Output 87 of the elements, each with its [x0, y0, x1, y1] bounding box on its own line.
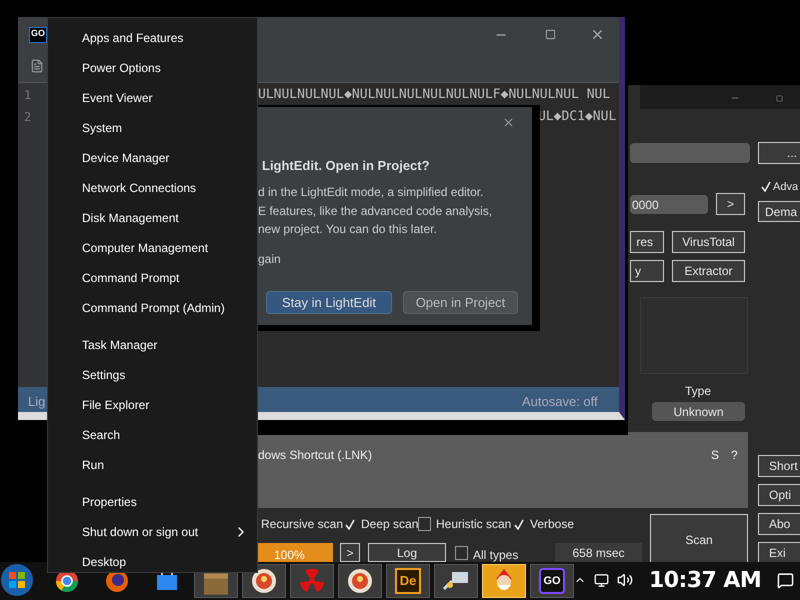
side-button[interactable]: Exi — [758, 542, 800, 564]
help-label: ? — [731, 447, 738, 464]
line-number: 1 — [24, 87, 32, 104]
side-button[interactable]: Abo — [758, 513, 800, 535]
app-icon — [347, 568, 373, 594]
type-value: Unknown — [652, 402, 745, 421]
radiation-icon — [299, 568, 325, 594]
progress-label: 100% — [274, 547, 305, 564]
app-logo: GO — [29, 27, 47, 43]
offset-field[interactable]: 0000 — [630, 195, 708, 214]
menu-item[interactable]: Command Prompt (Admin) — [48, 293, 257, 323]
checkbox-label: Adva — [773, 180, 798, 194]
side-button[interactable]: Opti — [758, 484, 800, 506]
signature-label: S — [711, 447, 720, 464]
dialog-title: LightEdit. Open in Project? — [262, 157, 430, 175]
menu-item[interactable]: Run — [48, 450, 257, 480]
start-icon[interactable] — [0, 563, 34, 597]
side-button[interactable]: Short — [758, 455, 800, 477]
app-icon — [251, 568, 277, 594]
maximize-icon[interactable] — [776, 95, 783, 102]
close-icon[interactable] — [502, 116, 515, 129]
volume-icon[interactable] — [617, 572, 633, 588]
menu-item[interactable]: Settings — [48, 360, 257, 390]
option-label: Recursive scan — [261, 517, 344, 532]
box-icon — [204, 573, 228, 595]
file-icon — [30, 58, 44, 74]
menu-item[interactable]: Event Viewer — [48, 83, 257, 113]
taskbar-app[interactable] — [338, 564, 382, 598]
menu-item[interactable]: Shut down or sign out — [48, 517, 257, 547]
next-button[interactable]: > — [340, 543, 360, 562]
code-line: UL◆DC1◆NUL — [538, 108, 616, 126]
app-icon: De — [395, 568, 421, 594]
checkbox-label: gain — [258, 251, 281, 268]
clock[interactable]: 10:37 AM — [649, 564, 762, 596]
taskbar-app[interactable]: GO — [530, 564, 574, 598]
dialog-text: d in the LightEdit mode, a simplified editor. — [258, 184, 484, 201]
menu-item[interactable]: Network Connections — [48, 173, 257, 203]
autosave-status: Autosave: off — [522, 393, 598, 411]
go-button[interactable]: > — [716, 193, 745, 215]
projector-icon — [443, 571, 469, 591]
demangle-button[interactable]: Dema — [758, 201, 800, 222]
line-number: 2 — [24, 109, 32, 126]
menu-item[interactable]: File Explorer — [48, 390, 257, 420]
network-icon[interactable] — [594, 572, 609, 588]
menu-item[interactable]: Properties — [48, 487, 257, 517]
tool-button[interactable]: y — [630, 260, 664, 282]
maximize-icon[interactable] — [545, 29, 556, 40]
option-label: Heuristic scan — [436, 517, 512, 532]
option-label: Verbose — [530, 517, 574, 532]
menu-item[interactable]: Desktop — [48, 547, 257, 577]
checkbox[interactable] — [455, 546, 468, 560]
browse-button[interactable]: ... — [758, 142, 800, 164]
option-label: Deep scan — [361, 517, 418, 532]
status-text: Lig — [28, 393, 46, 411]
menu-item[interactable]: Search — [48, 420, 257, 450]
option-label: All types — [473, 547, 518, 564]
menu-item[interactable]: Apps and Features — [48, 23, 257, 53]
menu-item[interactable]: Computer Management — [48, 233, 257, 263]
taskbar-app[interactable] — [434, 564, 478, 598]
notification-icon[interactable] — [777, 572, 794, 588]
code-line: ULNULNULNUL◆NULNULNULNULNULNULF◆NULNULNUL NUL — [258, 86, 610, 104]
taskbar-app[interactable] — [242, 564, 286, 598]
menu-item[interactable]: Device Manager — [48, 143, 257, 173]
dialog-text: new project. You can do this later. — [258, 221, 437, 238]
tool-button[interactable]: VirusTotal — [672, 231, 745, 253]
tool-button[interactable]: res — [630, 231, 664, 253]
checkbox[interactable] — [343, 517, 356, 531]
log-button[interactable]: Log — [368, 543, 446, 562]
time-display: 658 msec — [555, 543, 642, 562]
menu-item[interactable]: Disk Management — [48, 203, 257, 233]
path-field[interactable] — [630, 143, 750, 163]
menu-item[interactable]: Task Manager — [48, 330, 257, 360]
app-icon: GO — [539, 568, 565, 594]
close-icon[interactable] — [590, 27, 605, 42]
checkbox[interactable] — [418, 517, 431, 531]
dialog-button[interactable]: Stay in LightEdit — [266, 291, 392, 314]
tool-button[interactable]: Extractor — [672, 260, 745, 282]
taskbar-app[interactable]: De — [386, 564, 430, 598]
dialog-button[interactable]: Open in Project — [403, 291, 518, 314]
menu-item[interactable]: Command Prompt — [48, 263, 257, 293]
checkbox[interactable] — [512, 517, 525, 531]
type-label: Type — [684, 383, 712, 398]
result-text: dows Shortcut (.LNK) — [258, 447, 372, 464]
menu-item[interactable]: Power Options — [48, 53, 257, 83]
menu-item[interactable]: System — [48, 113, 257, 143]
store-icon[interactable] — [156, 571, 178, 591]
dialog-text: E features, like the advanced code analysis, — [258, 202, 492, 220]
